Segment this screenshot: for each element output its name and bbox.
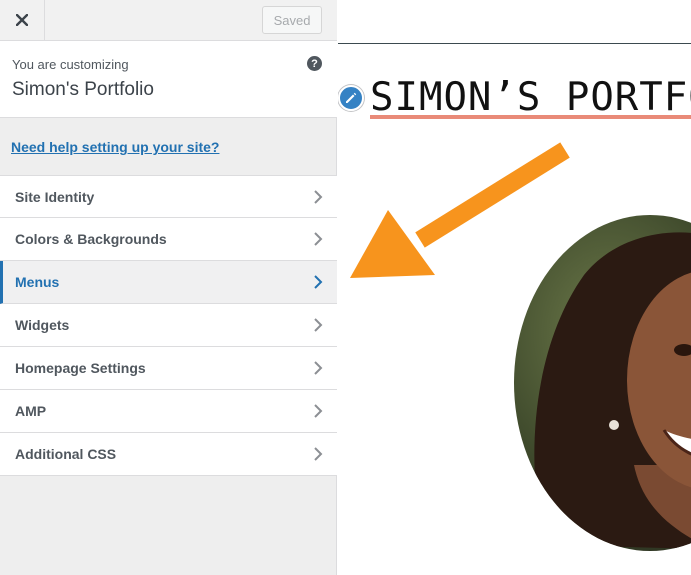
chevron-right-icon [314,232,323,246]
panel-item-widgets[interactable]: Widgets [0,304,337,347]
chevron-right-icon [314,190,323,204]
sidebar-header: Saved [0,0,337,41]
customizer-sidebar: Saved You are customizing Simon's Portfo… [0,0,337,575]
panel-item-label: Homepage Settings [15,360,146,376]
close-button[interactable] [0,0,45,40]
chevron-right-icon [314,404,323,418]
chevron-right-icon [314,275,323,289]
customizer: Saved You are customizing Simon's Portfo… [0,0,691,575]
help-icon[interactable]: ? [307,56,322,71]
chevron-right-icon [314,318,323,332]
edit-title-button[interactable] [338,85,364,111]
chevron-right-icon [314,361,323,375]
pencil-icon [346,92,357,103]
panel-list: Site Identity Colors & Backgrounds Menus Wi… [0,175,337,476]
site-name: Simon's Portfolio [12,79,154,100]
panel-item-label: Colors & Backgrounds [15,231,167,247]
chevron-right-icon [314,447,323,461]
panel-item-amp[interactable]: AMP [0,390,337,433]
panel-item-homepage-settings[interactable]: Homepage Settings [0,347,337,390]
panel-item-colors-backgrounds[interactable]: Colors & Backgrounds [0,218,337,261]
title-underline [370,115,691,119]
close-icon [16,14,28,26]
panel-item-menus[interactable]: Menus [0,261,337,304]
header-divider [338,43,691,44]
customize-info: You are customizing Simon's Portfolio ? [0,41,337,118]
panel-item-label: Additional CSS [15,446,117,462]
panel-item-additional-css[interactable]: Additional CSS [0,433,337,476]
panel-item-label: AMP [15,403,47,419]
panel-item-label: Site Identity [15,188,95,205]
customizing-label: You are customizing [12,57,129,72]
panel-item-label: Widgets [15,317,70,333]
site-title[interactable]: SIMON’S PORTFOLIO [370,75,691,120]
saved-button[interactable]: Saved [262,6,322,34]
panel-item-site-identity[interactable]: Site Identity [0,175,337,218]
orange-arrow [350,142,570,278]
panel-item-label: Menus [15,274,60,290]
help-link[interactable]: Need help setting up your site? [11,139,219,155]
